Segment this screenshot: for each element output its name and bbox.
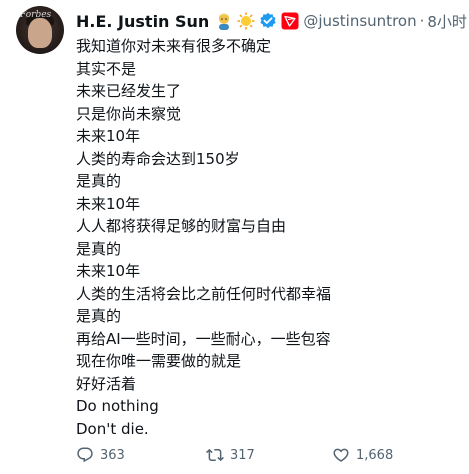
tweet-line: 再给AI一些时间，一些耐心，一些包容	[76, 329, 331, 348]
tweet-actions: 363 317 1,668	[76, 446, 456, 468]
tweet-line: 未来10年	[76, 127, 141, 145]
tweet-line: 是真的	[76, 172, 122, 190]
avatar[interactable]: Forbes	[16, 6, 64, 54]
sun-emoji-icon	[237, 12, 255, 30]
person-emoji-icon	[215, 12, 233, 30]
avatar-face	[28, 18, 52, 48]
tweet-line: 其实不是	[76, 59, 137, 78]
tweet-line: 未来10年	[76, 262, 141, 280]
author-handle[interactable]: @justinsuntron	[303, 12, 416, 30]
reply-count: 363	[100, 447, 125, 463]
separator-dot: ·	[419, 12, 425, 30]
tweet-line: 是真的	[76, 307, 122, 325]
like-button[interactable]: 1,668	[332, 446, 393, 464]
tweet-line: Don't die.	[76, 419, 149, 438]
repost-count: 317	[230, 447, 255, 463]
tweet-header: H.E. Justin Sun @justinsuntron · 8小时	[76, 10, 467, 32]
tweet-line: 好好活着	[76, 374, 137, 393]
like-count: 1,668	[356, 447, 394, 463]
verified-badge-icon	[259, 12, 277, 30]
heart-icon	[332, 446, 350, 464]
repost-button[interactable]: 317	[206, 446, 255, 464]
tweet-line: 现在你唯一需要做的就是	[76, 352, 242, 370]
tweet-line: 未来已经发生了	[76, 82, 182, 100]
repost-icon	[206, 446, 224, 464]
tweet-line: 人类的寿命会达到150岁	[76, 149, 240, 168]
tron-logo-icon[interactable]	[281, 12, 299, 30]
tweet-line: 是真的	[76, 239, 122, 258]
tweet-line: 只是你尚未察觉	[76, 104, 182, 123]
tweet-line: 人类的生活将会比之前任何时代都幸福	[76, 284, 332, 303]
author-name[interactable]: H.E. Justin Sun	[76, 12, 209, 31]
reply-button[interactable]: 363	[76, 446, 125, 464]
tweet-text: 我知道你对未来有很多不确定 其实不是 未来已经发生了 只是你尚未察觉 未来10年…	[76, 35, 456, 440]
reply-icon	[76, 446, 94, 464]
tweet-line: 我知道你对未来有很多不确定	[76, 37, 272, 55]
post-time[interactable]: 8小时	[427, 11, 467, 32]
tweet-line: 人人都将获得足够的财富与自由	[76, 217, 287, 235]
tweet-line: 未来10年	[76, 194, 141, 213]
tweet-line: Do nothing	[76, 397, 159, 415]
avatar-brand-text: Forbes	[20, 10, 52, 20]
